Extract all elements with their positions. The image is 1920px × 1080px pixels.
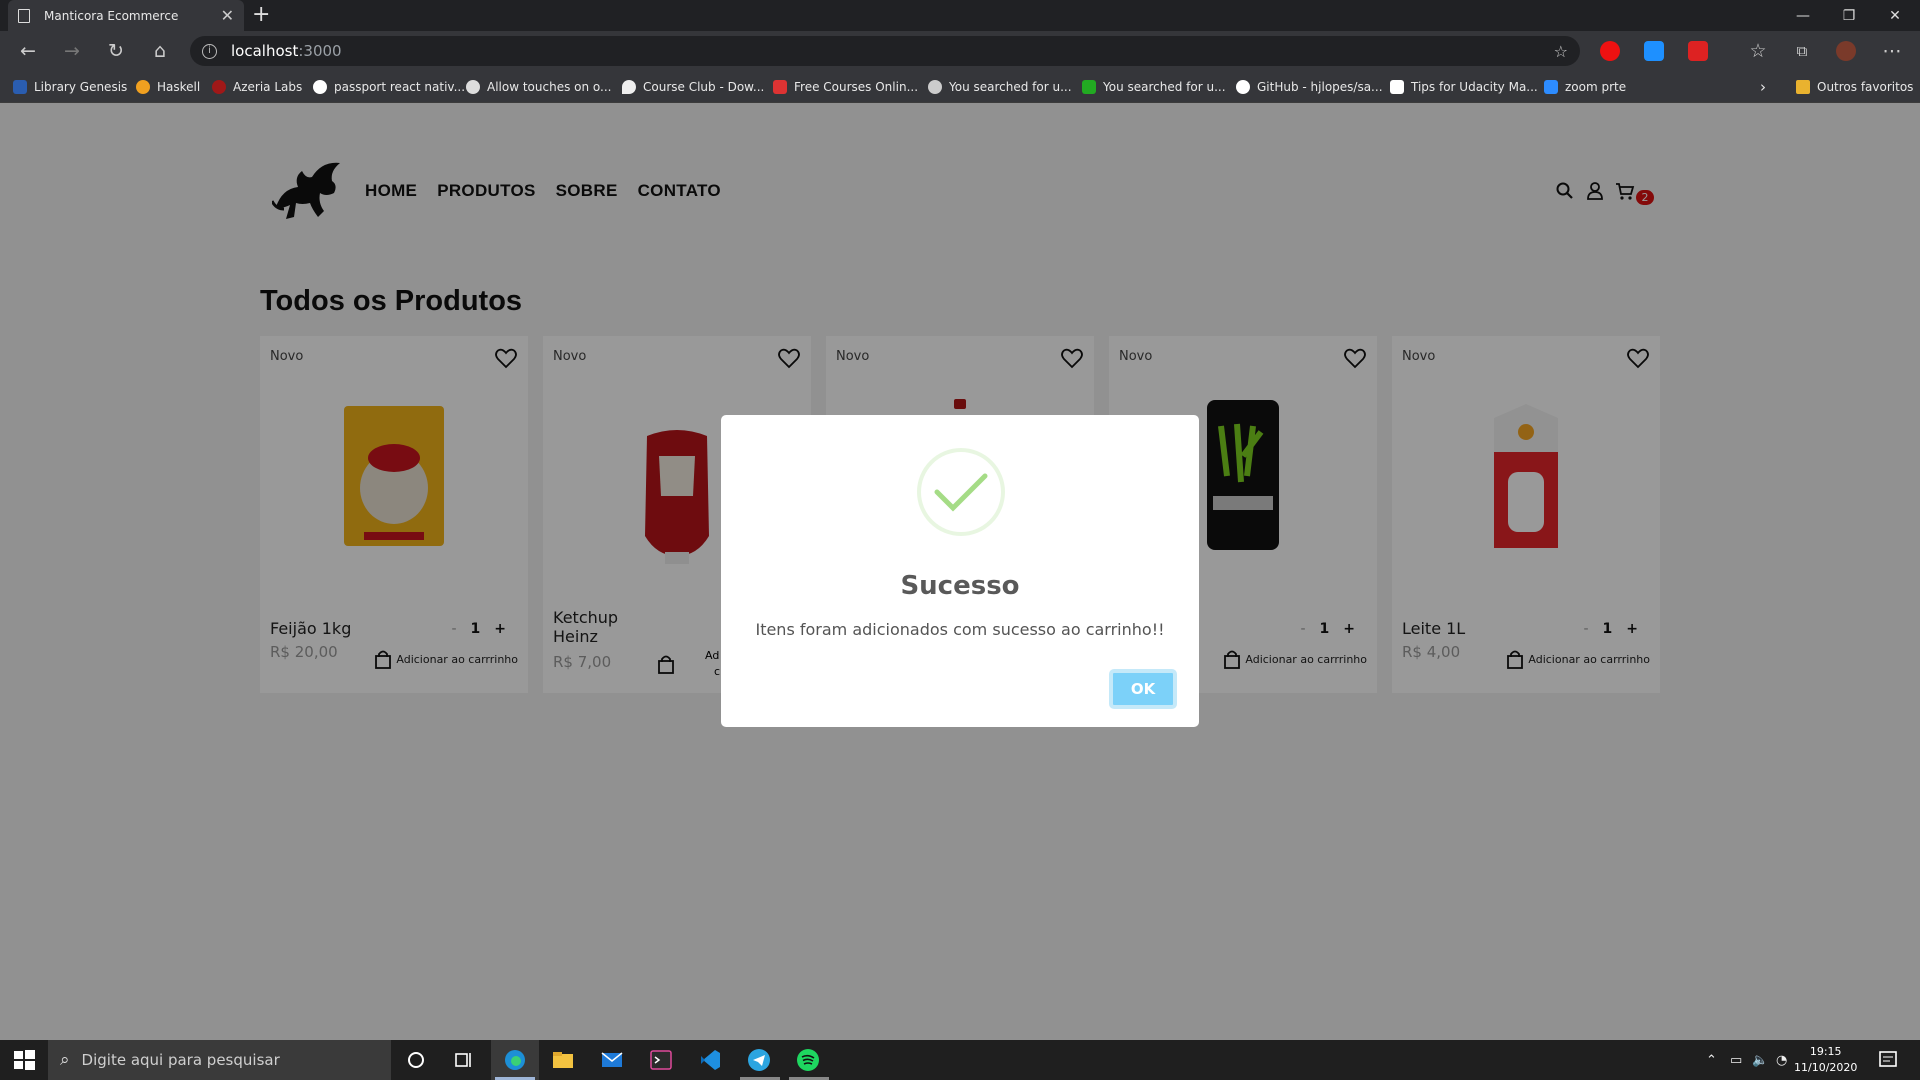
taskbar-search-input[interactable]: ⌕ Digite aqui para pesquisar (48, 1040, 391, 1080)
bookmark-item[interactable]: Azeria Labs (212, 71, 302, 103)
url-host: localhost (231, 42, 299, 60)
other-favorites[interactable]: Outros favoritos (1796, 71, 1913, 103)
home-icon[interactable]: ⌂ (146, 39, 174, 63)
clock-date: 11/10/2020 (1794, 1061, 1858, 1074)
browser-tab[interactable]: Manticora Ecommerce ✕ (8, 0, 244, 31)
taskbar-clock[interactable]: 19:15 11/10/2020 (1794, 1044, 1857, 1076)
checkmark-icon (934, 473, 988, 512)
wifi-icon[interactable]: ◔ (1776, 1040, 1787, 1080)
minimize-icon[interactable]: — (1780, 0, 1826, 31)
address-bar[interactable]: i localhost :3000 ☆ (190, 36, 1580, 66)
reload-icon[interactable]: ↻ (102, 39, 130, 63)
bookmark-item[interactable]: Free Courses Onlin... (773, 71, 918, 103)
site-info-icon[interactable]: i (202, 43, 217, 59)
bookmarks-bar: Library Genesis Haskell Azeria Labs pass… (0, 71, 1920, 103)
modal-title: Sucesso (900, 571, 1020, 601)
bookmark-item[interactable]: zoom prte (1544, 71, 1626, 103)
favorites-icon[interactable]: ☆ (1744, 39, 1772, 63)
modal-message: Itens foram adicionados com sucesso ao c… (755, 620, 1165, 639)
clock-time: 19:15 (1809, 1045, 1842, 1058)
spotify-icon[interactable] (796, 1048, 820, 1072)
bookmark-item[interactable]: Haskell (136, 71, 200, 103)
bookmarks-overflow-icon[interactable]: › (1760, 71, 1766, 103)
volume-icon[interactable]: 🔈 (1752, 1040, 1768, 1080)
restore-icon[interactable]: ❐ (1826, 0, 1872, 31)
tab-close-icon[interactable]: ✕ (221, 6, 234, 25)
windows-taskbar: ⌕ Digite aqui para pesquisar ⌃ ▭ 🔈 ◔ 19:… (0, 1040, 1920, 1080)
more-menu-icon[interactable]: ⋯ (1878, 39, 1906, 63)
forward-icon[interactable]: → (58, 39, 86, 63)
windows-start-icon[interactable] (12, 1048, 36, 1072)
extension-red-icon[interactable] (1688, 41, 1708, 61)
extension-snowflake-icon[interactable] (1644, 41, 1664, 61)
close-window-icon[interactable]: ✕ (1872, 0, 1918, 31)
bookmark-item[interactable]: Course Club - Dow... (622, 71, 764, 103)
back-icon[interactable]: ← (14, 39, 42, 63)
cortana-icon[interactable] (404, 1048, 428, 1072)
tray-chevron-icon[interactable]: ⌃ (1706, 1040, 1717, 1080)
bookmark-item[interactable]: You searched for u... (1082, 71, 1226, 103)
browser-titlebar: Manticora Ecommerce ✕ + — ❐ ✕ (0, 0, 1920, 31)
bookmark-item[interactable]: Tips for Udacity Ma... (1390, 71, 1538, 103)
mail-icon[interactable] (600, 1048, 624, 1072)
bookmark-star-icon[interactable]: ☆ (1554, 42, 1568, 61)
new-tab-icon[interactable]: + (252, 2, 270, 27)
vscode-icon[interactable] (698, 1048, 722, 1072)
bookmark-item[interactable]: Library Genesis (13, 71, 127, 103)
bookmark-item[interactable]: passport react nativ... (313, 71, 465, 103)
page-icon (18, 8, 30, 23)
tab-title: Manticora Ecommerce (44, 8, 179, 23)
bookmark-item[interactable]: You searched for u... (928, 71, 1072, 103)
profile-avatar[interactable] (1836, 41, 1856, 61)
extension-opera-icon[interactable] (1600, 41, 1620, 61)
task-view-icon[interactable] (451, 1048, 475, 1072)
file-explorer-icon[interactable] (551, 1048, 575, 1072)
collections-icon[interactable]: ⧉ (1788, 39, 1816, 63)
telegram-icon[interactable] (747, 1048, 771, 1072)
bookmark-item[interactable]: Allow touches on o... (466, 71, 612, 103)
search-icon: ⌕ (60, 1050, 70, 1070)
ok-button[interactable]: OK (1109, 669, 1177, 709)
notifications-icon[interactable] (1876, 1048, 1900, 1072)
url-port: :3000 (298, 42, 342, 60)
bookmark-item[interactable]: GitHub - hjlopes/sa... (1236, 71, 1383, 103)
search-placeholder: Digite aqui para pesquisar (81, 1051, 280, 1069)
success-modal: Sucesso Itens foram adicionados com suce… (721, 415, 1199, 727)
edge-icon[interactable] (503, 1048, 527, 1072)
terminal-icon[interactable] (649, 1048, 673, 1072)
battery-icon[interactable]: ▭ (1730, 1040, 1742, 1080)
browser-toolbar: ← → ↻ ⌂ i localhost :3000 ☆ ☆ ⧉ ⋯ (0, 31, 1920, 71)
